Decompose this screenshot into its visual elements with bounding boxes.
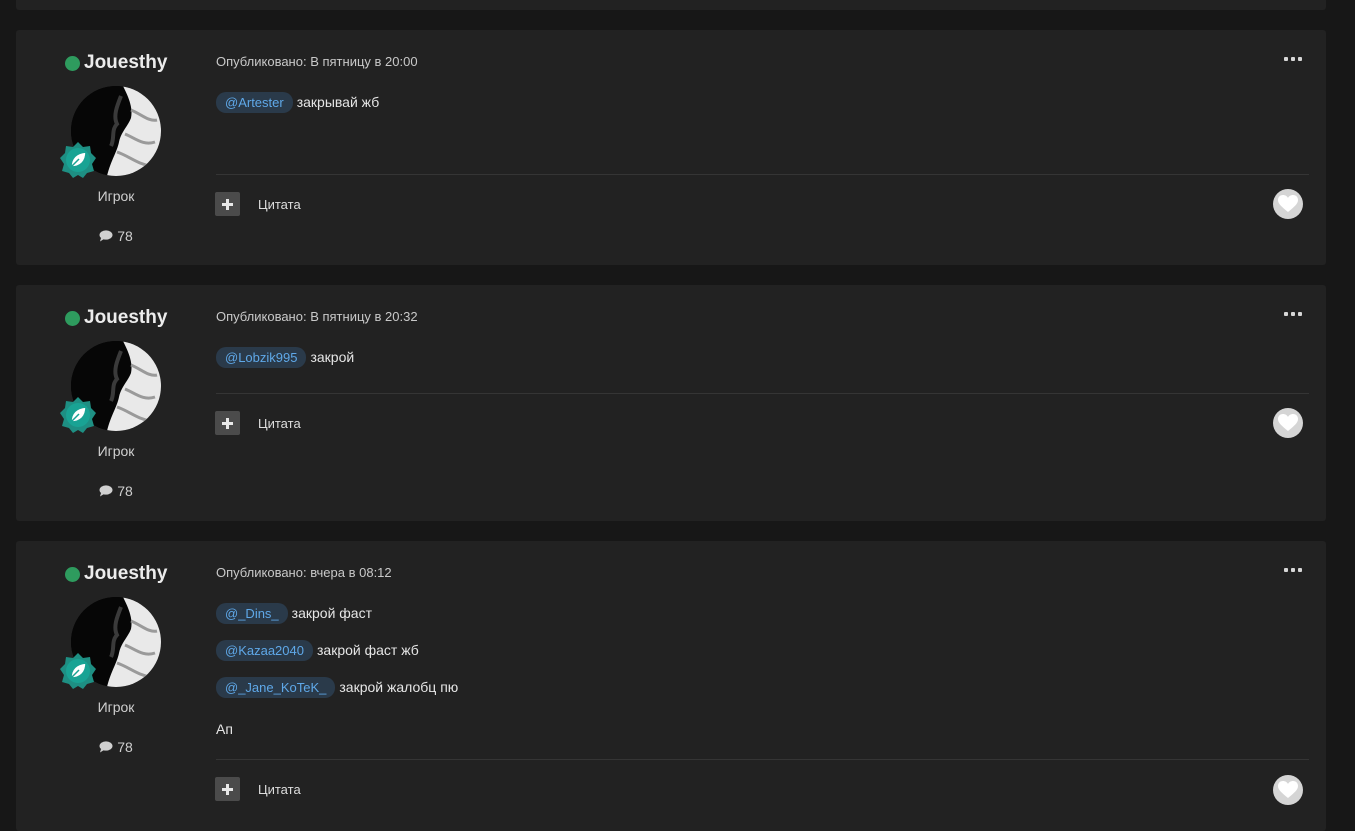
author-rank: Игрок [97,699,135,715]
author-name-text[interactable]: Jouesthy [84,307,167,329]
author-post-count: 78 [16,228,216,244]
ellipsis-dot [1298,312,1302,316]
post-count-value: 78 [117,228,133,244]
rank-badge-icon [59,141,97,179]
post-divider [216,174,1309,175]
post-content: @Artester закрывай жб [216,92,379,129]
more-options-button[interactable] [1284,305,1302,323]
user-mention[interactable]: @_Jane_KoTeK_ [216,677,336,698]
content-line: @_Jane_KoTeK_ закрой жалобц пю [216,677,458,714]
post-count-value: 78 [117,483,133,499]
user-mention[interactable]: @Lobzik995 [216,347,307,368]
content-text: закрывай жб [296,94,380,110]
online-status-icon [65,55,80,71]
author-post-count: 78 [16,739,216,755]
online-status-icon [65,566,80,582]
multiquote-add-button[interactable] [215,411,240,435]
content-text: закрой фаст жб [316,642,419,658]
heart-icon [1278,195,1298,212]
plus-icon [222,783,233,795]
ellipsis-icon [1284,568,1288,572]
content-text: закрой жалобц пю [339,679,459,695]
post-date[interactable]: Опубликовано: В пятницу в 20:00 [216,54,418,69]
quote-button[interactable]: Цитата [258,782,301,797]
post-date[interactable]: Опубликовано: вчера в 08:12 [216,565,392,580]
forum-post: Jouesthy Игрок 78 Опубликовано: В пятниц… [16,285,1326,521]
quote-button[interactable]: Цитата [258,197,301,212]
post-divider [216,393,1309,394]
author-name-text[interactable]: Jouesthy [84,52,167,74]
content-line: @Lobzik995 закрой [216,347,354,384]
ellipsis-icon [1284,312,1288,316]
online-status-icon [65,310,80,326]
user-mention[interactable]: @Kazaa2040 [216,640,313,661]
ellipsis-dot [1291,312,1295,316]
heart-icon [1278,781,1298,798]
ellipsis-dot [1291,568,1295,572]
comment-icon [99,741,113,753]
quote-button[interactable]: Цитата [258,416,301,431]
content-line: @Artester закрывай жб [216,92,379,129]
more-options-button[interactable] [1284,561,1302,579]
more-options-button[interactable] [1284,50,1302,68]
forum-post: Jouesthy Игрок 78 Опубликовано: В пятниц… [16,30,1326,265]
user-mention[interactable]: @Artester [216,92,293,113]
plus-icon [222,198,233,210]
ellipsis-icon [1284,57,1288,61]
post-content: @Lobzik995 закрой [216,347,354,384]
rank-badge-icon [59,652,97,690]
content-text: закрой [310,349,355,365]
post-divider [216,759,1309,760]
ellipsis-dot [1291,57,1295,61]
like-button[interactable] [1273,408,1303,438]
post-date[interactable]: Опубликовано: В пятницу в 20:32 [216,309,418,324]
heart-icon [1278,414,1298,431]
user-mention[interactable]: @_Dins_ [216,603,288,624]
content-text: Ап [216,721,233,737]
content-text: закрой фаст [291,605,373,621]
author-name[interactable]: Jouesthy [65,307,167,329]
forum-post: Jouesthy Игрок 78 Опубликовано: вчера в … [16,541,1326,831]
plus-icon [222,417,233,429]
ellipsis-dot [1298,568,1302,572]
author-post-count: 78 [16,483,216,499]
content-line: @_Dins_ закрой фаст [216,603,458,640]
like-button[interactable] [1273,189,1303,219]
content-line: @Kazaa2040 закрой фаст жб [216,640,458,677]
comment-icon [99,230,113,242]
content-line: Ап [216,714,458,751]
rank-badge-icon [59,396,97,434]
ellipsis-dot [1298,57,1302,61]
author-name[interactable]: Jouesthy [65,52,167,74]
author-name-text[interactable]: Jouesthy [84,563,167,585]
multiquote-add-button[interactable] [215,192,240,216]
author-rank: Игрок [97,188,135,204]
previous-post-card [16,0,1326,10]
multiquote-add-button[interactable] [215,777,240,801]
comment-icon [99,485,113,497]
post-count-value: 78 [117,739,133,755]
author-name[interactable]: Jouesthy [65,563,167,585]
author-rank: Игрок [97,443,135,459]
like-button[interactable] [1273,775,1303,805]
post-content: @_Dins_ закрой фаст @Kazaa2040 закрой фа… [216,603,458,751]
